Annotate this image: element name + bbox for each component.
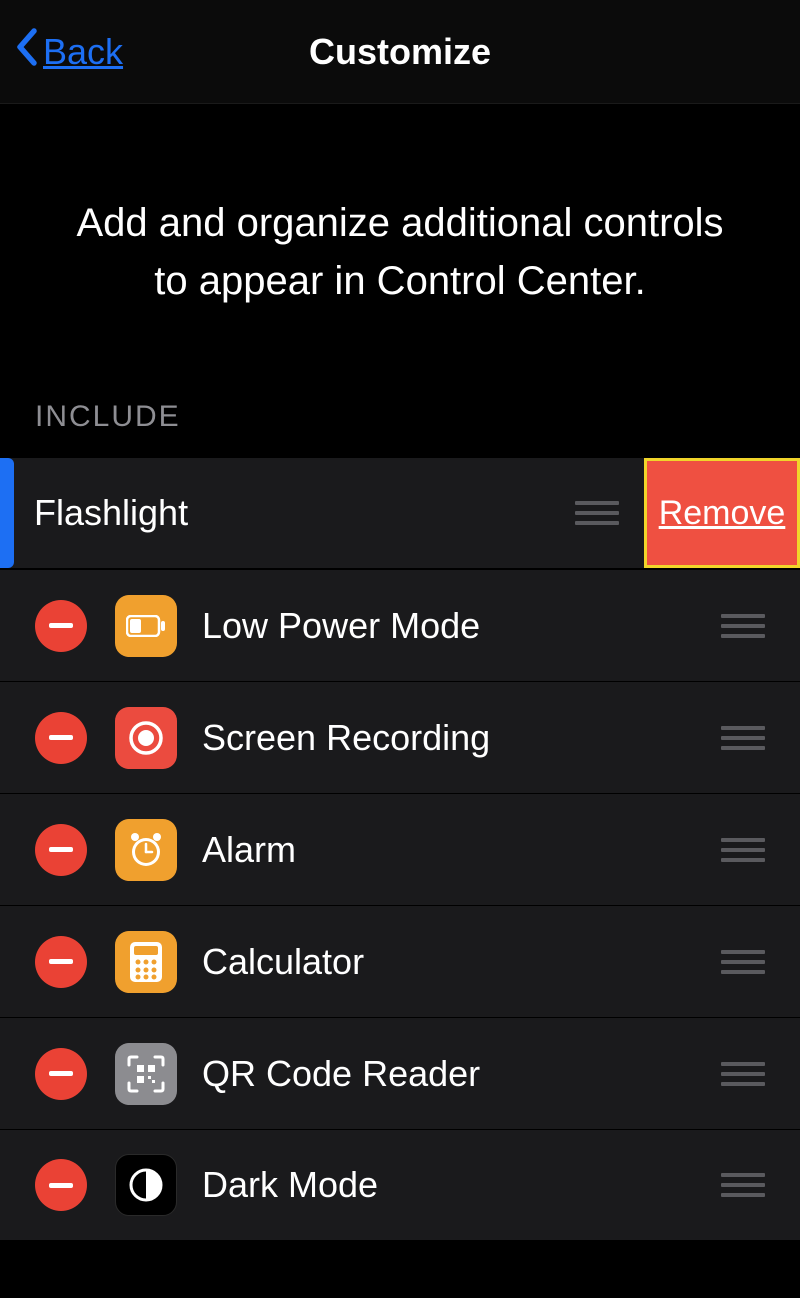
row-label: Screen Recording — [202, 717, 721, 759]
drag-handle-icon[interactable] — [721, 1173, 765, 1197]
description-text: Add and organize additional controls to … — [60, 194, 740, 310]
back-button[interactable]: Back — [15, 28, 123, 75]
include-list: Flashlight Remove Low Power Mode Screen … — [0, 458, 800, 1240]
swipe-indicator — [0, 458, 14, 568]
delete-button[interactable] — [35, 936, 87, 988]
drag-handle-icon[interactable] — [575, 501, 619, 525]
section-header-include: INCLUDE — [0, 380, 800, 458]
calculator-icon — [115, 931, 177, 993]
chevron-left-icon — [15, 28, 37, 75]
row-label: QR Code Reader — [202, 1053, 721, 1095]
drag-handle-icon[interactable] — [721, 1062, 765, 1086]
delete-button[interactable] — [35, 712, 87, 764]
battery-icon — [115, 595, 177, 657]
row-label: Calculator — [202, 941, 721, 983]
delete-button[interactable] — [35, 824, 87, 876]
list-item-screen-recording[interactable]: Screen Recording — [0, 682, 800, 794]
row-label: Low Power Mode — [202, 605, 721, 647]
qr-icon — [115, 1043, 177, 1105]
list-item-flashlight[interactable]: Flashlight Remove — [0, 458, 800, 570]
row-label: Alarm — [202, 829, 721, 871]
list-item-dark-mode[interactable]: Dark Mode — [0, 1130, 800, 1240]
delete-button[interactable] — [35, 600, 87, 652]
darkmode-icon — [115, 1154, 177, 1216]
list-item-low-power-mode[interactable]: Low Power Mode — [0, 570, 800, 682]
drag-handle-icon[interactable] — [721, 726, 765, 750]
delete-button[interactable] — [35, 1159, 87, 1211]
row-label: Flashlight — [34, 492, 575, 534]
list-item-qr-code-reader[interactable]: QR Code Reader — [0, 1018, 800, 1130]
list-item-alarm[interactable]: Alarm — [0, 794, 800, 906]
drag-handle-icon[interactable] — [721, 838, 765, 862]
delete-button[interactable] — [35, 1048, 87, 1100]
back-label: Back — [43, 31, 123, 73]
remove-button[interactable]: Remove — [644, 458, 800, 568]
drag-handle-icon[interactable] — [721, 614, 765, 638]
row-label: Dark Mode — [202, 1164, 721, 1206]
record-icon — [115, 707, 177, 769]
description-block: Add and organize additional controls to … — [0, 104, 800, 380]
drag-handle-icon[interactable] — [721, 950, 765, 974]
clock-icon — [115, 819, 177, 881]
list-item-calculator[interactable]: Calculator — [0, 906, 800, 1018]
navigation-bar: Back Customize — [0, 0, 800, 104]
